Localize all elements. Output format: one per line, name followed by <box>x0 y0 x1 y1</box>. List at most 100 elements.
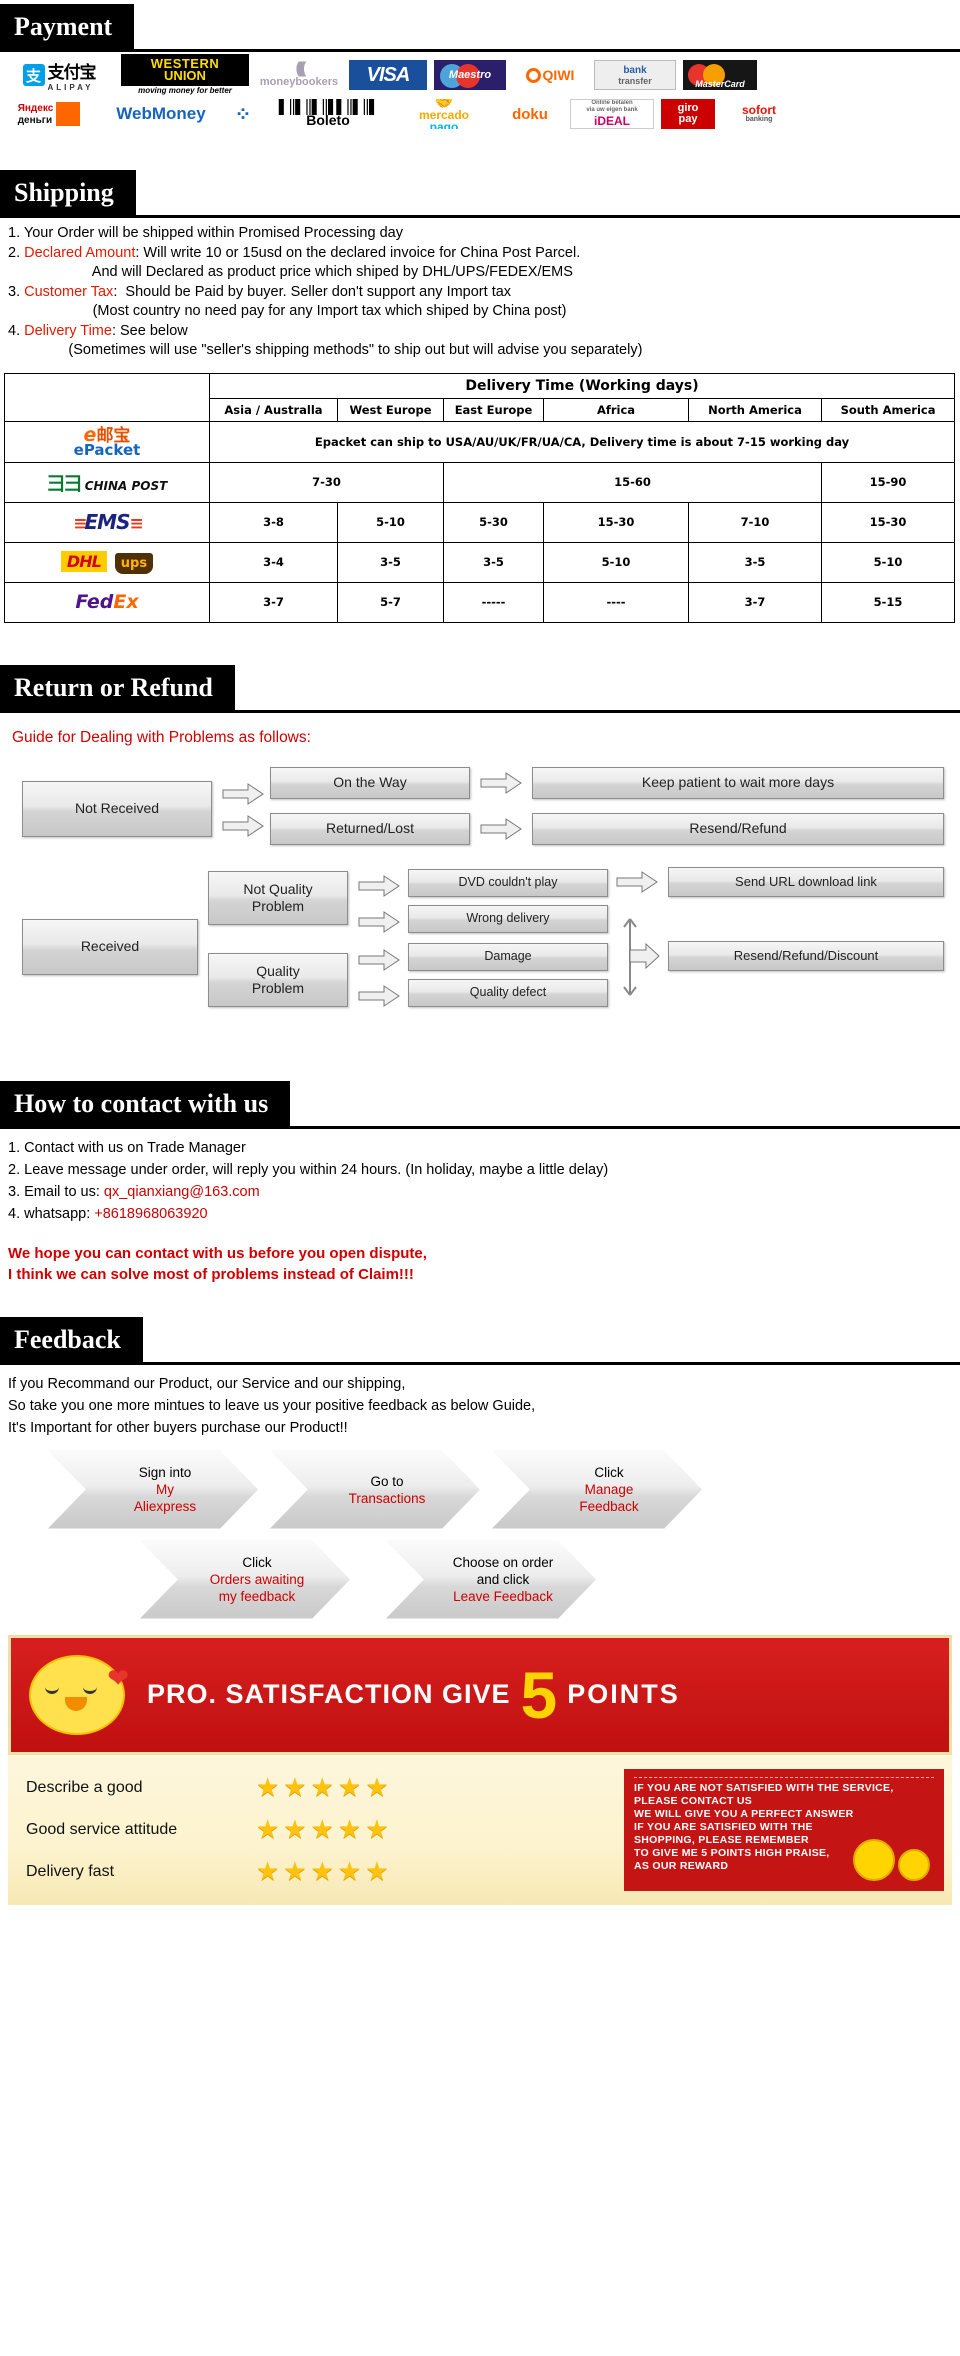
ideal-tiny2: via uw eigen bank <box>586 107 638 113</box>
step2-top: Go to <box>370 1473 404 1489</box>
shipping-notes: 1. Your Order will be shipped within Pro… <box>0 218 960 371</box>
fedex-fed: Fed <box>75 591 114 613</box>
shipping-text-1: Your Order will be shipped within Promis… <box>23 225 403 241</box>
shipping-note-1: 1. Your Order will be shipped within Pro… <box>8 224 956 244</box>
qiwi-logo: QIWI <box>513 60 587 90</box>
feedback-title: Feedback <box>0 1316 143 1362</box>
satisfaction-notice: IF YOU ARE NOT SATISFIED WITH THE SERVIC… <box>624 1768 944 1891</box>
promo-text: PRO. SATISFACTION GIVE <box>147 1679 511 1709</box>
wu-tagline: moving money for better <box>138 86 232 95</box>
dhl-val-1: 3-5 <box>337 541 444 583</box>
flow-resend-refund[interactable]: Resend/Refund <box>532 812 944 845</box>
moneybookers-label: moneybookers <box>259 76 339 88</box>
fedex-logo: FedEx <box>75 591 138 613</box>
alipay-label: ALIPAY <box>47 83 94 90</box>
smiley-icon-2 <box>898 1848 930 1881</box>
shipping-note-3b: (Most country no need pay for any Import… <box>8 302 956 322</box>
dhl-val-3: 5-10 <box>543 541 689 583</box>
ups-logo: ups <box>114 552 154 574</box>
store-policy-page: Payment 支 支付宝 ALIPAY WESTERN UNION movin… <box>0 4 960 1905</box>
feedback-step-sign-into[interactable]: Sign into My Aliexpress <box>48 1450 258 1529</box>
fedex-val-1: 5-7 <box>337 581 444 623</box>
bank-transfer-logo: bank transfer <box>594 60 676 90</box>
chick-beak <box>65 1696 87 1711</box>
giro-line2: pay <box>678 113 698 125</box>
shipping-num-4: 4. <box>8 322 21 339</box>
dispute-notice: We hope you can contact with us before y… <box>0 1229 960 1295</box>
arrow-icon-5 <box>358 874 400 897</box>
flow-on-the-way[interactable]: On the Way <box>270 766 470 799</box>
flow-keep-patient[interactable]: Keep patient to wait more days <box>532 766 944 799</box>
boleto-label: Boleto <box>306 112 350 128</box>
shipping-text-4: : See below <box>111 322 188 339</box>
feedback-intro-line-1: If you Recommand our Product, our Servic… <box>8 1375 406 1392</box>
contact-title: How to contact with us <box>0 1080 291 1126</box>
contact-text-4: whatsapp: <box>24 1205 95 1222</box>
contact-whatsapp-value[interactable]: +8618968063920 <box>94 1206 207 1222</box>
chinapost-val-2: 15-90 <box>820 461 956 503</box>
contact-text-1: Contact with us on Trade Manager <box>24 1139 246 1156</box>
qiwi-circle-icon <box>525 67 541 83</box>
arrow-icon-bracket <box>616 905 660 1009</box>
arrow-icon-2 <box>222 814 264 837</box>
shipping-note-2b: And will Declared as product price which… <box>8 263 956 283</box>
contact-email-value[interactable]: qx_qianxiang@163.com <box>104 1184 260 1200</box>
chinapost-val-0: 7-30 <box>209 461 444 503</box>
ems-val-4: 7-10 <box>688 501 822 543</box>
contact-section-header: How to contact with us <box>0 1080 960 1129</box>
feedback-step-leave-feedback[interactable]: Choose on order and click Leave Feedback <box>386 1540 596 1619</box>
shipping-text-2: : Will write 10 or 15usd on the declared… <box>135 244 581 261</box>
promo-banner: ❤ PRO. SATISFACTION GIVE 5 POINTS <box>8 1634 952 1755</box>
flow-received[interactable]: Received <box>22 918 198 975</box>
notice-line-2: WE WILL GIVE YOU A PERFECT ANSWER <box>634 1807 854 1820</box>
shipping-num-2: 2. <box>8 244 21 261</box>
flow-send-url-download[interactable]: Send URL download link <box>668 866 944 897</box>
ems-logo: ≡EMS≡ <box>73 510 144 534</box>
feedback-steps-row-1: Sign into My Aliexpress Go to Transactio… <box>0 1443 960 1533</box>
fedex-logo-cell: FedEx <box>4 581 210 623</box>
declared-amount-label: Declared Amount <box>24 244 136 261</box>
rating-line-1: Describe a good ★★★★★ <box>26 1767 393 1809</box>
feedback-step-orders-awaiting[interactable]: Click Orders awaiting my feedback <box>140 1540 350 1619</box>
rating-line-3: Delivery fast ★★★★★ <box>26 1851 393 1893</box>
mastercard-label: MasterCard <box>695 79 745 89</box>
feedback-step-go-to-transactions[interactable]: Go to Transactions <box>270 1450 480 1529</box>
flow-damage[interactable]: Damage <box>408 942 608 971</box>
rating-block: Describe a good ★★★★★ Good service attit… <box>8 1754 952 1905</box>
contact-num-1: 1. <box>8 1139 21 1156</box>
contact-num-2: 2. <box>8 1161 21 1178</box>
wu-line2: UNION <box>164 68 206 83</box>
mercado-pago-logo: 🤝 mercado pago <box>398 99 490 129</box>
promo-points: POINTS <box>567 1679 680 1709</box>
region-header-2: East Europe <box>443 397 544 422</box>
flow-returned-lost[interactable]: Returned/Lost <box>270 812 470 845</box>
return-guide-text: Guide for Dealing with Problems as follo… <box>12 728 311 746</box>
feedback-step-manage-feedback[interactable]: Click Manage Feedback <box>492 1450 702 1529</box>
epacket-label: ePacket <box>73 440 141 459</box>
flow-dvd-couldnt-play[interactable]: DVD couldn't play <box>408 868 608 897</box>
payment-section-header: Payment <box>0 4 960 52</box>
western-union-logo: WESTERN UNION moving money for better <box>121 54 249 96</box>
ems-stripes-icon: ≡ <box>73 514 87 534</box>
flow-quality-defect[interactable]: Quality defect <box>408 978 608 1007</box>
step5-top2: and click <box>476 1572 530 1587</box>
sofort-line2: banking <box>745 116 773 123</box>
alipay-cn: 支付宝 <box>47 63 97 82</box>
flow-not-quality-problem[interactable]: Not Quality Problem <box>208 870 348 925</box>
dhl-ups-logo-cell: DHL ups <box>4 541 210 583</box>
flow-resend-refund-discount[interactable]: Resend/Refund/Discount <box>668 940 944 971</box>
mercado-line1: mercado <box>418 107 470 122</box>
contact-num-3: 3. <box>8 1183 21 1200</box>
shipping-note-4b: (Sometimes will use "seller's shipping m… <box>8 341 956 361</box>
fedex-val-2: ----- <box>443 581 544 623</box>
flow-wrong-delivery[interactable]: Wrong delivery <box>408 904 608 933</box>
webmoney-dots-icon: ⁘ <box>234 103 252 126</box>
ems-val-0: 3-8 <box>209 501 338 543</box>
region-header-4: North America <box>688 397 822 422</box>
moneybookers-arcs-icon: ((((( <box>295 60 306 77</box>
flow-not-received[interactable]: Not Received <box>22 780 212 837</box>
flow-quality-problem[interactable]: Quality Problem <box>208 952 348 1007</box>
china-post-label: CHINA POST <box>84 478 168 493</box>
shipping-text-4b: (Sometimes will use "seller's shipping m… <box>8 342 643 358</box>
sofort-line1: sofort <box>742 103 776 117</box>
